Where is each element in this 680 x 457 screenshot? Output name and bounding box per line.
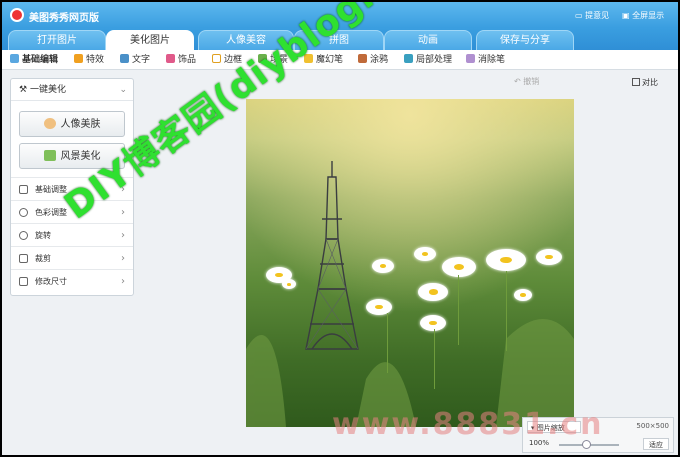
text-icon — [120, 54, 129, 63]
daisy — [282, 279, 296, 289]
chevron-right-icon: › — [121, 253, 125, 264]
photo-canvas[interactable] — [246, 99, 574, 427]
daisy — [514, 289, 532, 301]
undo-button[interactable]: ↶ 撤销 — [514, 76, 560, 90]
daisy — [442, 257, 476, 277]
scenery-icon — [43, 150, 56, 161]
tool-decorations[interactable]: 饰品 — [166, 54, 196, 67]
tool-basic-edit[interactable]: 基础编辑 — [10, 54, 58, 67]
tool-bar: 基础编辑 特效 文字 饰品 边框 场景 魔幻笔 涂鸦 局部处理 消除笔 — [2, 50, 678, 70]
portrait-beautify-button[interactable]: 人像美肤 — [19, 111, 125, 137]
flower-stem — [434, 329, 435, 389]
eraser-icon — [466, 54, 475, 63]
daisy — [366, 299, 392, 315]
crop-icon — [19, 254, 28, 263]
edit-icon — [10, 54, 19, 63]
daisy — [372, 259, 394, 273]
flower-stem — [458, 275, 459, 345]
app-logo-icon — [10, 8, 24, 22]
tool-eraser[interactable]: 消除笔 — [466, 54, 505, 67]
compare-icon — [632, 78, 640, 86]
tool-local-process[interactable]: 局部处理 — [404, 54, 452, 67]
palette-icon — [19, 208, 28, 217]
flower-stem — [387, 313, 388, 373]
daisy — [414, 247, 436, 261]
chat-icon: ▭ — [575, 11, 586, 20]
site-watermark: www.88831.cn — [332, 407, 604, 442]
tab-beautify[interactable]: 美化图片 — [106, 30, 194, 50]
fullscreen-button[interactable]: ▣ 全屏显示 — [622, 10, 664, 21]
daisy — [418, 283, 448, 301]
chevron-right-icon: › — [121, 207, 125, 218]
tab-save-share[interactable]: 保存与分享 — [476, 30, 574, 50]
menu-resize[interactable]: 修改尺寸 › — [11, 269, 133, 292]
tool-text[interactable]: 文字 — [120, 54, 150, 67]
menu-rotate[interactable]: 旋转 › — [11, 223, 133, 246]
tool-doodle[interactable]: 涂鸦 — [358, 54, 388, 67]
chevron-right-icon: › — [121, 276, 125, 287]
resize-icon — [19, 277, 28, 286]
daisy — [486, 249, 526, 271]
tab-animation[interactable]: 动画 — [384, 30, 472, 50]
tool-effects[interactable]: 特效 — [74, 54, 104, 67]
image-size: 500×500 — [636, 422, 669, 430]
compare-button[interactable]: 对比 — [632, 76, 670, 90]
app-window: 美图秀秀网页版 ▭ 提意见 ▣ 全屏显示 打开图片 美化图片 人像美容 拼图 动… — [2, 2, 678, 455]
app-title: 美图秀秀网页版 — [29, 13, 99, 24]
local-icon — [404, 54, 413, 63]
feedback-button[interactable]: ▭ 提意见 — [575, 10, 609, 21]
daisy — [536, 249, 562, 265]
tab-open[interactable]: 打开图片 — [8, 30, 106, 50]
fit-button[interactable]: 适应 — [643, 438, 669, 450]
one-click-beautify-header[interactable]: ⚒ 一键美化 ⌄ — [11, 79, 133, 101]
sliders-icon — [19, 185, 28, 194]
menu-crop[interactable]: 裁剪 › — [11, 246, 133, 269]
frame-icon — [212, 54, 221, 63]
fullscreen-icon: ▣ — [622, 11, 633, 20]
sticker-icon — [166, 54, 175, 63]
rotate-icon — [19, 231, 28, 240]
tools-icon: ⚒ — [19, 85, 30, 95]
brush-icon — [358, 54, 367, 63]
chevron-down-icon: ⌄ — [119, 85, 127, 95]
daisy — [420, 315, 446, 331]
face-icon — [43, 118, 56, 129]
flower-stem — [506, 271, 507, 351]
chevron-right-icon: › — [121, 230, 125, 241]
magic-wand-icon — [74, 54, 83, 63]
zoom-slider[interactable] — [559, 440, 619, 449]
undo-icon: ↶ — [514, 77, 524, 86]
